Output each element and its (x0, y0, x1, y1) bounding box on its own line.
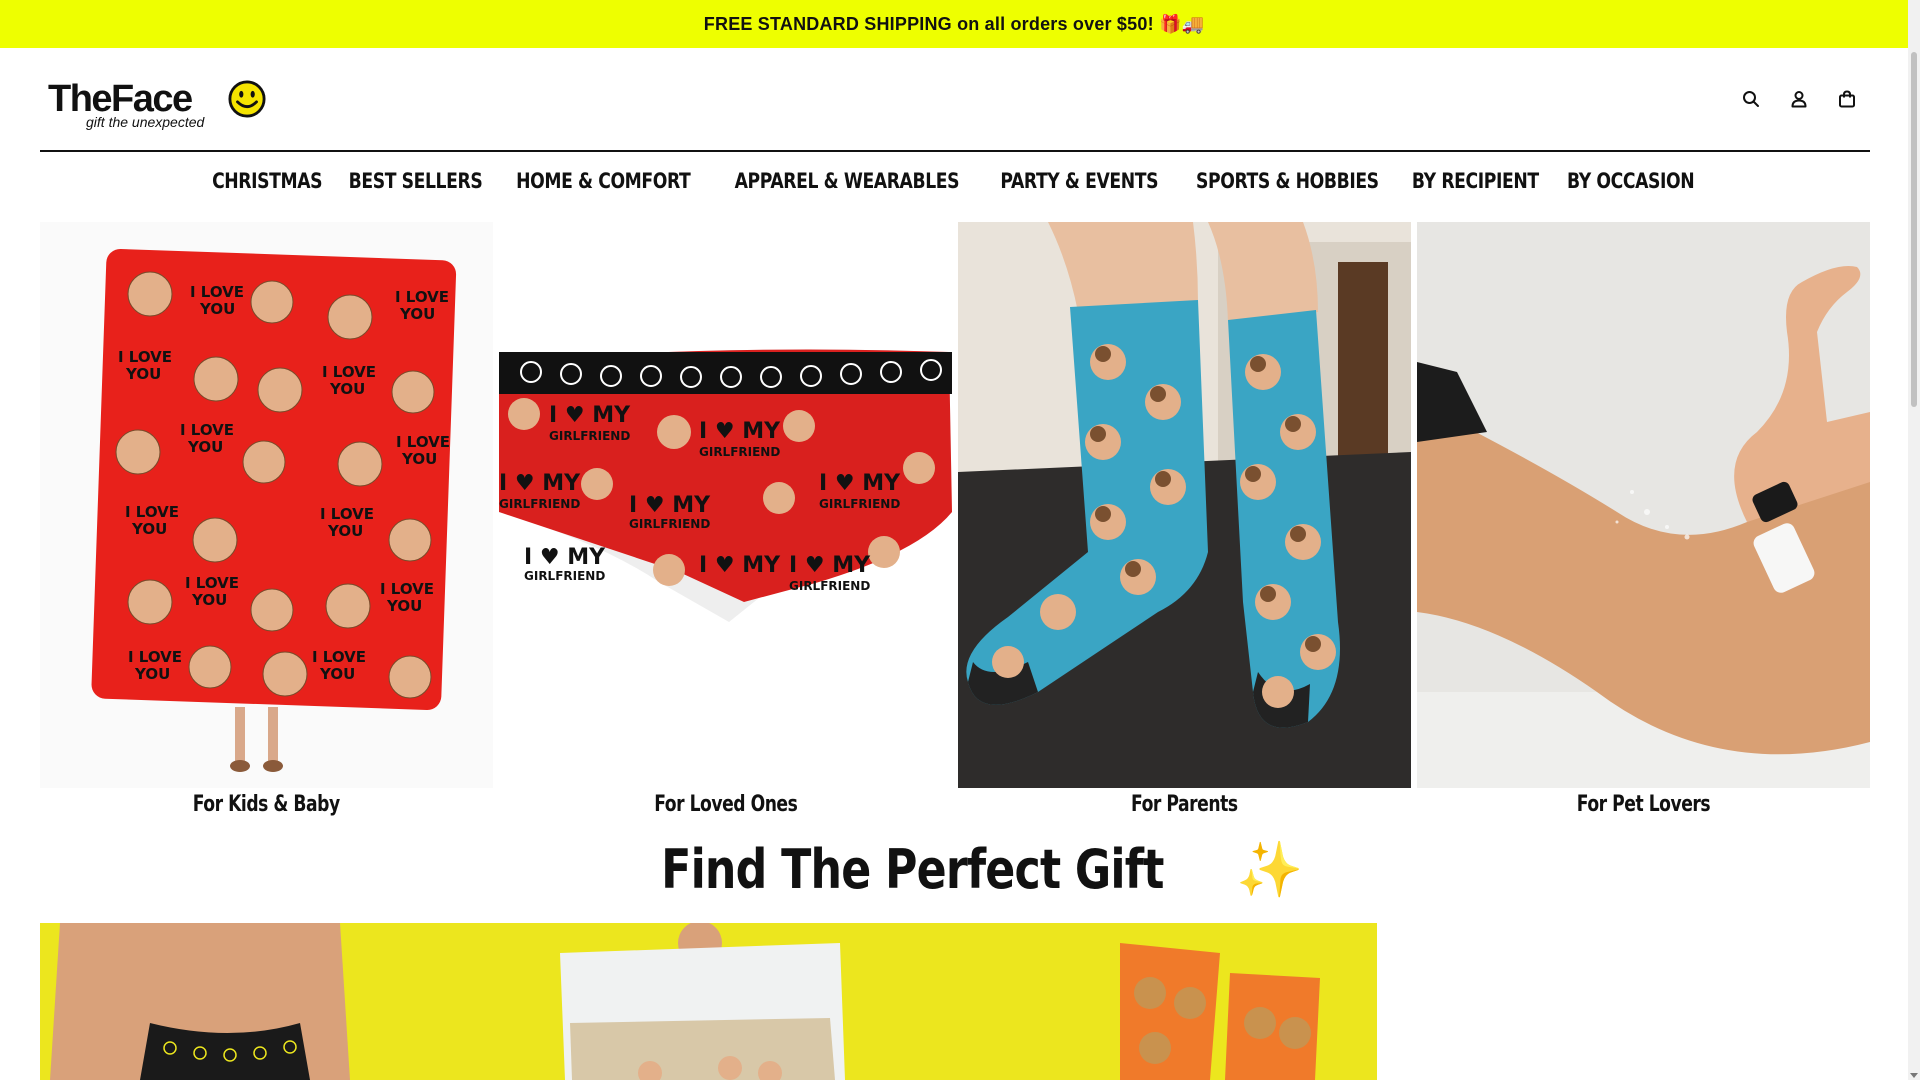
nav-item-home-comfort[interactable]: HOME & COMFORT (516, 169, 691, 193)
nav-item-by-occasion[interactable]: BY OCCASION (1567, 169, 1695, 193)
svg-text:I ♥ MY: I ♥ MY (499, 471, 581, 496)
site-header: TheFace gift the unexpected (40, 48, 1870, 152)
svg-text:YOU: YOU (131, 520, 167, 538)
svg-text:I LOVE: I LOVE (312, 648, 366, 666)
category-card-loved-ones[interactable]: I ♥ MY GIRLFRIEND I ♥ MY GIRLFRIEND I ♥ … (499, 222, 952, 836)
scrollbar-thumb[interactable] (1911, 52, 1917, 407)
search-icon (1743, 91, 1759, 107)
nav-item-party-events[interactable]: PARTY & EVENTS (1001, 169, 1159, 193)
announcement-text: FREE STANDARD SHIPPING on all orders ove… (703, 13, 1205, 34)
category-image-hand[interactable] (1417, 222, 1870, 788)
svg-text:I LOVE: I LOVE (380, 580, 434, 598)
svg-text:I ♥ MY: I ♥ MY (819, 471, 901, 496)
svg-text:I LOVE: I LOVE (125, 503, 179, 521)
site-logo[interactable]: TheFace gift the unexpected (48, 78, 268, 134)
category-label[interactable]: For Kids & Baby (40, 792, 493, 817)
promo-banner[interactable] (40, 923, 1377, 1080)
scrollbar[interactable] (1908, 0, 1920, 1080)
svg-text:I LOVE: I LOVE (396, 433, 450, 451)
svg-text:YOU: YOU (386, 597, 422, 615)
svg-text:YOU: YOU (329, 380, 365, 398)
category-card-pet-lovers[interactable]: For Pet Lovers (1417, 222, 1870, 836)
svg-text:GIRLFRIEND: GIRLFRIEND (819, 497, 900, 511)
svg-text:YOU: YOU (191, 591, 227, 609)
svg-text:I LOVE: I LOVE (128, 648, 182, 666)
category-card-parents[interactable]: For Parents (958, 222, 1411, 836)
svg-text:I LOVE: I LOVE (322, 363, 376, 381)
account-button[interactable] (1788, 88, 1810, 110)
svg-text:I ♥ MY: I ♥ MY (629, 493, 711, 518)
announcement-bar: FREE STANDARD SHIPPING on all orders ove… (0, 0, 1908, 48)
svg-text:YOU: YOU (319, 665, 355, 683)
svg-text:YOU: YOU (134, 665, 170, 683)
cart-icon (1839, 90, 1855, 108)
cart-button[interactable] (1836, 88, 1858, 110)
svg-text:I LOVE: I LOVE (190, 283, 244, 301)
svg-text:YOU: YOU (399, 305, 435, 323)
category-card-kids-baby[interactable]: I LOVE YOU I LOVE YOU I LOVE YOU I LOVE YOU … (40, 222, 493, 836)
nav-item-christmas[interactable]: CHRISTMAS (212, 169, 322, 193)
nav-item-sports-hobbies[interactable]: SPORTS & HOBBIES (1196, 169, 1379, 193)
category-label[interactable]: For Pet Lovers (1417, 792, 1870, 817)
svg-text:GIRLFRIEND: GIRLFRIEND (499, 497, 580, 511)
svg-text:GIRLFRIEND: GIRLFRIEND (524, 569, 605, 583)
header-actions (1740, 88, 1858, 110)
svg-text:I LOVE: I LOVE (185, 574, 239, 592)
section-title: Find The Perfect Gift ✨ (660, 838, 1304, 901)
svg-text:GIRLFRIEND: GIRLFRIEND (699, 445, 780, 459)
smiley-icon (228, 80, 266, 118)
nav-item-best-sellers[interactable]: BEST SELLERS (349, 169, 483, 193)
nav-item-apparel-wearables[interactable]: APPAREL & WEARABLES (734, 169, 959, 193)
sparkles-icon: ✨ (1236, 838, 1303, 901)
search-button[interactable] (1740, 88, 1762, 110)
account-icon (1791, 91, 1807, 108)
svg-text:I LOVE: I LOVE (180, 421, 234, 439)
category-image-socks[interactable] (958, 222, 1411, 788)
category-label[interactable]: For Loved Ones (499, 792, 952, 817)
svg-text:I ♥ MY: I ♥ MY (699, 553, 781, 578)
svg-text:GIRLFRIEND: GIRLFRIEND (629, 517, 710, 531)
svg-text:I ♥ MY: I ♥ MY (789, 553, 871, 578)
svg-text:I LOVE: I LOVE (320, 505, 374, 523)
svg-text:YOU: YOU (327, 522, 363, 540)
svg-text:I LOVE: I LOVE (395, 288, 449, 306)
category-label[interactable]: For Parents (958, 792, 1411, 817)
main-nav: CHRISTMAS BEST SELLERS HOME & COMFORT AP… (0, 160, 1908, 202)
svg-text:YOU: YOU (187, 438, 223, 456)
svg-text:YOU: YOU (199, 300, 235, 318)
svg-text:I ♥ MY: I ♥ MY (699, 419, 781, 444)
category-image-blanket[interactable]: I LOVE YOU I LOVE YOU I LOVE YOU I LOVE YOU … (40, 222, 493, 788)
svg-text:YOU: YOU (401, 450, 437, 468)
category-image-boxer-briefs[interactable]: I ♥ MY GIRLFRIEND I ♥ MY GIRLFRIEND I ♥ … (499, 222, 952, 788)
scroll-down-arrow-icon[interactable] (1910, 1073, 1918, 1078)
svg-text:GIRLFRIEND: GIRLFRIEND (789, 579, 870, 593)
svg-text:I LOVE: I LOVE (118, 348, 172, 366)
logo-tagline: gift the unexpected (86, 114, 205, 130)
nav-item-by-recipient[interactable]: BY RECIPIENT (1412, 169, 1539, 193)
svg-text:YOU: YOU (125, 365, 161, 383)
category-grid: I LOVE YOU I LOVE YOU I LOVE YOU I LOVE YOU … (40, 222, 1870, 836)
svg-text:GIRLFRIEND: GIRLFRIEND (549, 429, 630, 443)
svg-text:I ♥ MY: I ♥ MY (524, 545, 606, 570)
